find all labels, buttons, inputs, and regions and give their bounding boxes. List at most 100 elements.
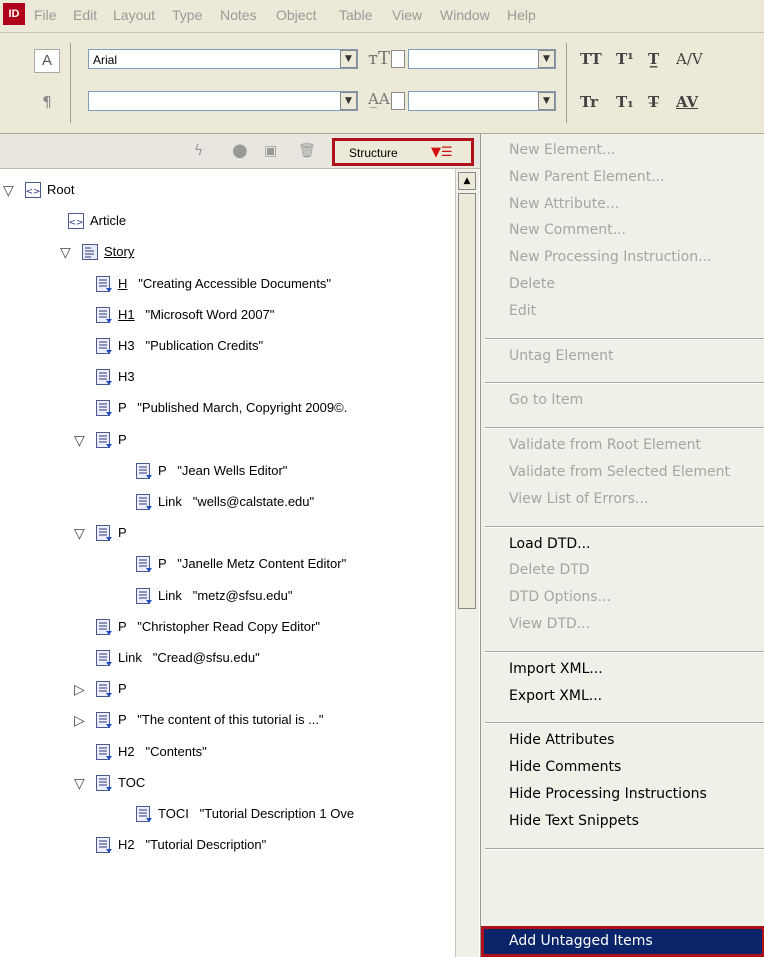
- subscript-button[interactable]: T₁: [616, 93, 634, 111]
- tree-node[interactable]: P "Jean Wells Editor": [0, 458, 455, 484]
- leading-field[interactable]: [408, 91, 556, 111]
- panel-menu-icon[interactable]: ▼☰: [431, 145, 453, 160]
- svg-text:<>: <>: [25, 187, 40, 197]
- tree-node-label: H3 "Publication Credits": [118, 333, 263, 359]
- menu-item-label: Add Untagged Items: [509, 933, 653, 949]
- menu-item-export-xml[interactable]: Export XML...: [509, 688, 602, 704]
- font-style-field[interactable]: [88, 91, 358, 111]
- font-family-field[interactable]: Arial: [88, 49, 358, 69]
- menu-type[interactable]: Type: [172, 7, 202, 23]
- element-tag-name: H3: [118, 338, 135, 353]
- tree-node[interactable]: P "Janelle Metz Content Editor": [0, 551, 455, 577]
- menu-item-new-comment: New Comment...: [509, 222, 626, 239]
- indesign-app-icon[interactable]: ID: [3, 3, 25, 25]
- menu-item-import-xml[interactable]: Import XML...: [509, 661, 603, 677]
- structure-tab-label: Structure: [349, 146, 398, 160]
- expand-triangle-open-icon[interactable]: ▽: [74, 770, 88, 796]
- menu-item-view-dtd: View DTD...: [509, 616, 591, 632]
- element-text-snippet: "Tutorial Description": [145, 837, 267, 853]
- tree-node[interactable]: ▽ <> Root: [0, 177, 455, 203]
- small-caps-button[interactable]: Tr: [580, 93, 598, 111]
- scroll-up-arrow[interactable]: ▲: [458, 172, 476, 190]
- element-tag-name: Article: [90, 213, 127, 229]
- structure-tab[interactable]: Structure ▼☰: [332, 138, 474, 166]
- menu-item-load-dtd[interactable]: Load DTD...: [509, 536, 591, 552]
- menu-item-hide-processing-instructions[interactable]: Hide Processing Instructions: [509, 786, 707, 802]
- tree-scrollbar[interactable]: ▲: [455, 169, 479, 957]
- all-caps-button[interactable]: TT: [580, 50, 602, 68]
- tree-node[interactable]: Link "wells@calstate.edu": [0, 489, 455, 515]
- tag-marker-icon[interactable]: ▣: [264, 143, 277, 159]
- menu-help[interactable]: Help: [507, 7, 536, 23]
- menu-item-new-attribute: New Attribute...: [509, 195, 620, 212]
- menu-item-hide-attributes[interactable]: Hide Attributes: [509, 732, 614, 748]
- menu-notes[interactable]: Notes: [220, 7, 257, 23]
- tree-node[interactable]: H "Creating Accessible Documents": [0, 271, 455, 297]
- tree-node[interactable]: ▷ P: [0, 676, 455, 702]
- font-family-dropdown-button[interactable]: ▼: [340, 50, 357, 68]
- expand-triangle-open-icon[interactable]: ▽: [60, 239, 74, 265]
- expand-triangle-closed-icon[interactable]: ▷: [74, 707, 88, 733]
- element-text-snippet: "The content of this tutorial is ...": [137, 712, 324, 728]
- element-tag-name: TOCI: [158, 806, 189, 821]
- tree-node-label: Link "Cread@sfsu.edu": [118, 645, 260, 671]
- tree-node[interactable]: Link "Cread@sfsu.edu": [0, 645, 455, 671]
- tree-node[interactable]: H2 "Contents": [0, 739, 455, 765]
- text-element-icon: [136, 462, 152, 479]
- tree-node[interactable]: ▽ Story: [0, 239, 455, 265]
- tree-node[interactable]: TOCI "Tutorial Description 1 Ove: [0, 801, 455, 827]
- tree-node[interactable]: <> Article: [0, 208, 455, 234]
- expand-triangle-closed-icon[interactable]: ▷: [74, 676, 88, 702]
- text-element-icon: [96, 431, 112, 448]
- expand-triangle-open-icon[interactable]: ▽: [74, 520, 88, 546]
- menu-separator: [485, 382, 764, 385]
- tree-node[interactable]: Link "metz@sfsu.edu": [0, 583, 455, 609]
- font-style-dropdown-button[interactable]: ▼: [340, 92, 357, 110]
- font-size-field[interactable]: [408, 49, 556, 69]
- menu-item-hide-text-snippets[interactable]: Hide Text Snippets: [509, 813, 639, 829]
- text-element-icon: [96, 681, 112, 698]
- element-text-snippet: "Published March, Copyright 2009©.: [137, 400, 348, 416]
- tree-node[interactable]: ▷ P "The content of this tutorial is ...": [0, 707, 455, 733]
- tree-node[interactable]: H3: [0, 364, 455, 390]
- text-element-icon: [96, 712, 112, 729]
- delete-icon[interactable]: 🗑: [298, 143, 316, 159]
- menu-object[interactable]: Object: [276, 7, 316, 23]
- paragraph-mode-button[interactable]: ¶: [34, 91, 60, 115]
- tree-node[interactable]: P "Published March, Copyright 2009©.: [0, 395, 455, 421]
- tree-node-label: Story: [104, 239, 134, 265]
- add-attribute-icon[interactable]: ●: [232, 140, 248, 161]
- text-element-icon: [96, 525, 112, 542]
- menu-edit[interactable]: Edit: [73, 7, 97, 23]
- menu-layout[interactable]: Layout: [113, 7, 155, 23]
- structure-panel: ϟ ● ▣ 🗑 Structure ▼☰ ▽ <> Root <> Article ▽ St…: [0, 134, 480, 957]
- menu-file[interactable]: File: [34, 7, 57, 23]
- expand-triangle-open-icon[interactable]: ▽: [74, 427, 88, 453]
- text-element-icon: [96, 837, 112, 854]
- tree-node[interactable]: ▽ TOC: [0, 770, 455, 796]
- leading-dropdown-button[interactable]: ▼: [538, 92, 555, 110]
- tree-node[interactable]: P "Christopher Read Copy Editor": [0, 614, 455, 640]
- expand-triangle-open-icon[interactable]: ▽: [3, 177, 17, 203]
- font-size-dropdown-button[interactable]: ▼: [538, 50, 555, 68]
- strikethrough-button[interactable]: T̶: [648, 93, 659, 111]
- show-attributes-icon[interactable]: ϟ: [194, 143, 203, 159]
- menu-item-add-untagged-items[interactable]: Add Untagged Items: [481, 926, 764, 957]
- tree-node[interactable]: ▽ P: [0, 427, 455, 453]
- tree-node[interactable]: H3 "Publication Credits": [0, 333, 455, 359]
- tree-node[interactable]: ▽ P: [0, 520, 455, 546]
- underline-button[interactable]: T̲: [648, 50, 659, 68]
- font-size-spinner[interactable]: [391, 50, 405, 68]
- superscript-button[interactable]: T¹: [616, 50, 634, 68]
- menu-item-untag-element: Untag Element: [509, 347, 614, 364]
- leading-spinner[interactable]: [391, 92, 405, 110]
- tree-node[interactable]: H2 "Tutorial Description": [0, 832, 455, 858]
- menu-window[interactable]: Window: [440, 7, 490, 23]
- element-tag-name: P: [118, 525, 127, 541]
- tree-node[interactable]: H1 "Microsoft Word 2007": [0, 302, 455, 328]
- menu-table[interactable]: Table: [339, 7, 372, 23]
- character-mode-button[interactable]: A: [34, 49, 60, 73]
- menu-view[interactable]: View: [392, 7, 422, 23]
- menu-item-hide-comments[interactable]: Hide Comments: [509, 759, 621, 775]
- scroll-thumb[interactable]: [458, 193, 476, 609]
